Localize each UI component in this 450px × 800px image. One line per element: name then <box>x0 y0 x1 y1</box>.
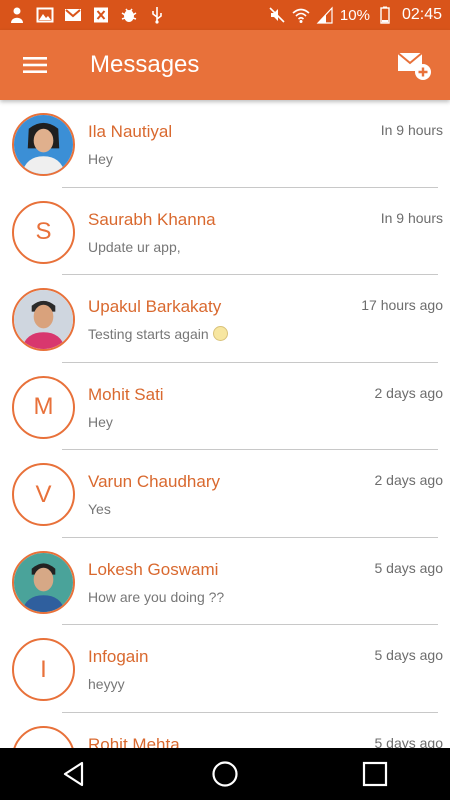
message-preview: Yes <box>88 501 111 517</box>
mute-icon <box>268 6 286 24</box>
home-button[interactable] <box>195 748 255 800</box>
message-preview: Update ur app, <box>88 238 181 255</box>
new-message-icon <box>397 52 431 80</box>
hamburger-icon <box>23 57 47 73</box>
message-time: 17 hours ago <box>361 297 443 313</box>
contact-name: Mohit Sati <box>88 384 164 404</box>
contact-name: Ila Nautiyal <box>88 122 173 141</box>
list-item[interactable]: V Varun Chaudhary 2 days ago Yes <box>0 450 450 538</box>
message-time: In 9 hours <box>380 122 443 138</box>
contact-name: Rohit Mehta <box>88 734 180 749</box>
usb-notification-icon <box>148 6 166 24</box>
signal-icon <box>316 6 334 24</box>
person-notification-icon <box>8 6 26 24</box>
gmail-notification-icon <box>64 6 82 24</box>
clock: 02:45 <box>401 6 442 23</box>
notification-icons <box>8 6 166 24</box>
list-item[interactable]: Rohit Mehta 5 days ago <box>0 713 450 749</box>
back-triangle-icon <box>63 761 84 787</box>
contact-name: Infogain <box>88 647 149 666</box>
page-title: Messages <box>90 51 200 78</box>
message-time: In 9 hours <box>380 209 443 226</box>
message-preview: Testing starts again <box>88 326 228 342</box>
avatar: V <box>12 463 75 526</box>
avatar-letter: S <box>35 218 52 245</box>
recents-button[interactable] <box>345 748 405 800</box>
image-notification-icon <box>36 6 54 24</box>
message-preview: How are you doing ?? <box>88 588 225 605</box>
avatar-letter: M <box>33 393 54 420</box>
list-item[interactable]: Upakul Barkakaty 17 hours ago Testing st… <box>0 275 450 363</box>
message-preview-text: Testing starts again <box>88 326 209 342</box>
battery-icon <box>376 6 394 24</box>
wifi-icon <box>292 6 310 24</box>
bug-notification-icon <box>120 6 138 24</box>
navigation-bar <box>0 748 450 800</box>
contact-name: Lokesh Goswami <box>88 559 219 579</box>
message-time: 5 days ago <box>374 647 444 663</box>
message-preview: Hey <box>88 413 113 430</box>
back-button[interactable] <box>45 748 105 800</box>
list-item[interactable]: M Mohit Sati 2 days ago Hey <box>0 363 450 450</box>
avatar-letter: V <box>35 480 52 508</box>
contact-photo <box>14 115 73 174</box>
avatar <box>12 113 75 176</box>
contact-name: Upakul Barkakaty <box>88 297 222 316</box>
battery-percent: 10% <box>339 6 370 24</box>
avatar <box>12 550 75 614</box>
contact-photo <box>14 552 73 612</box>
list-item[interactable]: S Saurabh Khanna In 9 hours Update ur ap… <box>0 188 450 275</box>
avatar <box>12 725 75 748</box>
list-item[interactable]: I Infogain 5 days ago heyyy <box>0 625 450 713</box>
list-item[interactable]: Ila Nautiyal In 9 hours Hey <box>0 100 450 188</box>
avatar <box>12 288 75 351</box>
new-message-button[interactable] <box>384 30 444 100</box>
contact-name: Saurabh Khanna <box>88 209 216 229</box>
excel-notification-icon <box>92 6 110 24</box>
message-time: 2 days ago <box>374 384 444 401</box>
contact-name: Varun Chaudhary <box>88 472 220 491</box>
message-time: 2 days ago <box>374 472 444 488</box>
list-item[interactable]: Lokesh Goswami 5 days ago How are you do… <box>0 538 450 625</box>
system-status: 10% 02:45 <box>268 6 442 24</box>
message-time: 5 days ago <box>374 734 444 749</box>
status-bar: 10% 02:45 <box>0 0 450 30</box>
avatar: S <box>12 200 75 264</box>
avatar: M <box>12 375 75 439</box>
contact-photo <box>14 290 73 349</box>
avatar-letter: I <box>40 655 47 683</box>
menu-button[interactable] <box>0 30 70 100</box>
recents-square-icon <box>362 761 388 787</box>
message-preview: heyyy <box>88 676 125 692</box>
home-circle-icon <box>212 761 238 787</box>
message-time: 5 days ago <box>374 559 444 576</box>
grin-emoji-icon <box>212 326 228 341</box>
avatar: I <box>12 638 75 701</box>
message-preview: Hey <box>88 151 113 167</box>
message-list[interactable]: Ila Nautiyal In 9 hours Hey S Saurabh Kh… <box>0 100 450 748</box>
app-bar: Messages <box>0 30 450 100</box>
